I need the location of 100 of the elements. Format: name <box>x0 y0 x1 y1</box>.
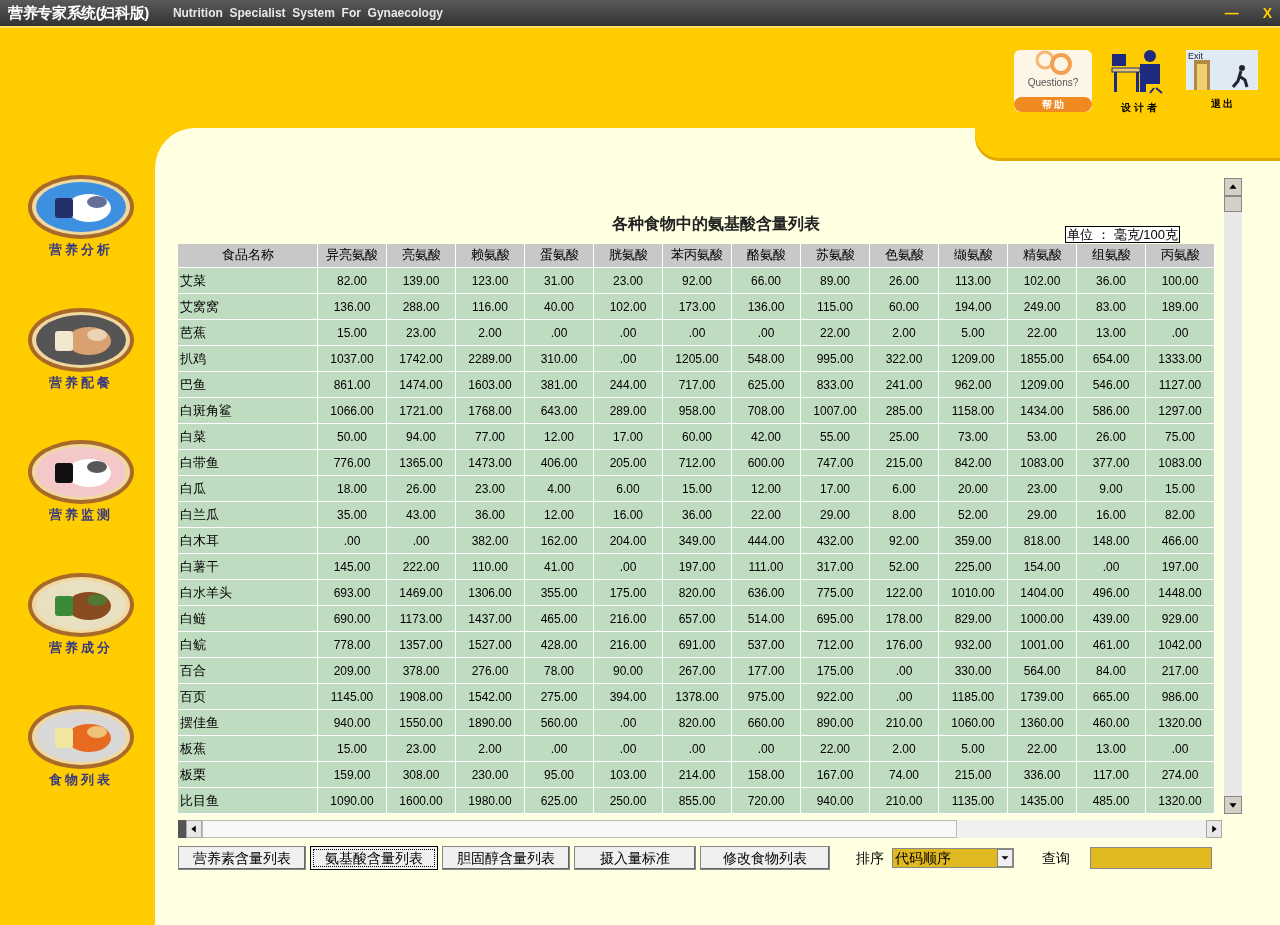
exit-button[interactable]: Exit 退 出 <box>1186 50 1258 111</box>
table-cell: 958.00 <box>663 398 732 424</box>
column-header[interactable]: 精氨酸 <box>1008 244 1077 268</box>
table-cell: 8.00 <box>870 502 939 528</box>
table-cell: 210.00 <box>870 788 939 814</box>
table-cell: 217.00 <box>1146 658 1215 684</box>
food-name-cell[interactable]: 摆佳鱼 <box>178 710 318 736</box>
column-header[interactable]: 赖氨酸 <box>456 244 525 268</box>
table-cell: 148.00 <box>1077 528 1146 554</box>
close-button[interactable]: X <box>1262 2 1272 24</box>
table-cell: 1378.00 <box>663 684 732 710</box>
minimize-button[interactable]: — <box>1224 2 1239 24</box>
vertical-scrollbar[interactable] <box>1224 178 1242 814</box>
column-header[interactable]: 苏氨酸 <box>801 244 870 268</box>
food-name-cell[interactable]: 百合 <box>178 658 318 684</box>
food-name-cell[interactable]: 白菜 <box>178 424 318 450</box>
table-cell: 20.00 <box>939 476 1008 502</box>
food-name-cell[interactable]: 百页 <box>178 684 318 710</box>
designer-button[interactable]: 设 计 者 <box>1110 50 1168 115</box>
query-label: 查询 <box>1042 848 1070 868</box>
food-name-cell[interactable]: 白水羊头 <box>178 580 318 606</box>
table-cell: 154.00 <box>1008 554 1077 580</box>
column-header[interactable]: 丙氨酸 <box>1146 244 1215 268</box>
table-cell: 643.00 <box>525 398 594 424</box>
food-name-cell[interactable]: 艾菜 <box>178 268 318 294</box>
table-cell: 461.00 <box>1077 632 1146 658</box>
column-header[interactable]: 色氨酸 <box>870 244 939 268</box>
scroll-up-icon[interactable] <box>1224 178 1242 196</box>
scroll-thumb[interactable] <box>1224 196 1242 212</box>
column-header[interactable]: 食品名称 <box>178 244 318 268</box>
table-cell: 654.00 <box>1077 346 1146 372</box>
table-title: 各种食物中的氨基酸含量列表 <box>612 214 820 234</box>
food-name-cell[interactable]: 白兰瓜 <box>178 502 318 528</box>
table-cell: 546.00 <box>1077 372 1146 398</box>
column-header[interactable]: 苯丙氨酸 <box>663 244 732 268</box>
food-name-cell[interactable]: 板蕉 <box>178 736 318 762</box>
food-name-cell[interactable]: 白木耳 <box>178 528 318 554</box>
table-cell: 820.00 <box>663 580 732 606</box>
table-cell: 330.00 <box>939 658 1008 684</box>
table-cell: 29.00 <box>1008 502 1077 528</box>
table-tab[interactable]: 营养素含量列表 <box>178 846 306 870</box>
sort-label: 排序 <box>856 848 884 868</box>
table-cell: 12.00 <box>525 502 594 528</box>
food-name-cell[interactable]: 艾窝窝 <box>178 294 318 320</box>
table-cell: 428.00 <box>525 632 594 658</box>
column-header[interactable]: 胱氨酸 <box>594 244 663 268</box>
scroll-thumb[interactable] <box>178 820 186 838</box>
scroll-left-icon[interactable] <box>186 820 202 838</box>
table-cell: 214.00 <box>663 762 732 788</box>
table-cell: 158.00 <box>732 762 801 788</box>
table-cell: 381.00 <box>525 372 594 398</box>
table-cell: 275.00 <box>525 684 594 710</box>
nav-label[interactable]: 营养分析 <box>48 240 113 260</box>
food-name-cell[interactable]: 白带鱼 <box>178 450 318 476</box>
column-header[interactable]: 缬氨酸 <box>939 244 1008 268</box>
table-cell: 717.00 <box>663 372 732 398</box>
food-name-cell[interactable]: 扒鸡 <box>178 346 318 372</box>
food-name-cell[interactable]: 白鲢 <box>178 606 318 632</box>
table-tab[interactable]: 氨基酸含量列表 <box>310 846 438 870</box>
food-name-cell[interactable]: 比目鱼 <box>178 788 318 814</box>
table-cell: 267.00 <box>663 658 732 684</box>
food-name-cell[interactable]: 白薯干 <box>178 554 318 580</box>
nav-label[interactable]: 食物列表 <box>48 770 113 790</box>
table-cell: 1435.00 <box>1008 788 1077 814</box>
table-cell: 178.00 <box>870 606 939 632</box>
nav-label[interactable]: 营养配餐 <box>48 372 113 392</box>
table-cell: 136.00 <box>732 294 801 320</box>
scroll-right-icon[interactable] <box>1206 820 1222 838</box>
table-cell: 1474.00 <box>387 372 456 398</box>
table-cell: 17.00 <box>801 476 870 502</box>
food-name-cell[interactable]: 巴鱼 <box>178 372 318 398</box>
table-cell: 102.00 <box>1008 268 1077 294</box>
column-header[interactable]: 组氨酸 <box>1077 244 1146 268</box>
table-cell: 439.00 <box>1077 606 1146 632</box>
table-tab[interactable]: 修改食物列表 <box>700 846 830 870</box>
table-cell: 720.00 <box>732 788 801 814</box>
column-header[interactable]: 亮氨酸 <box>387 244 456 268</box>
table-cell: 113.00 <box>939 268 1008 294</box>
nav-label[interactable]: 营养监测 <box>48 505 113 525</box>
column-header[interactable]: 蛋氨酸 <box>525 244 594 268</box>
sort-dropdown[interactable]: 代码顺序 <box>892 848 1014 868</box>
food-name-cell[interactable]: 白鲩 <box>178 632 318 658</box>
table-cell: 176.00 <box>870 632 939 658</box>
table-tab[interactable]: 胆固醇含量列表 <box>442 846 570 870</box>
column-header[interactable]: 异亮氨酸 <box>318 244 387 268</box>
nav-label[interactable]: 营养成分 <box>48 637 113 657</box>
scroll-down-icon[interactable] <box>1224 796 1242 814</box>
help-button[interactable]: Questions? 帮 助 <box>1014 50 1092 112</box>
table-tab[interactable]: 摄入量标准 <box>574 846 696 870</box>
food-name-cell[interactable]: 白斑角鲨 <box>178 398 318 424</box>
food-name-cell[interactable]: 芭蕉 <box>178 320 318 346</box>
table-cell: .00 <box>1146 736 1215 762</box>
table-cell: 747.00 <box>801 450 870 476</box>
column-header[interactable]: 酪氨酸 <box>732 244 801 268</box>
food-name-cell[interactable]: 白瓜 <box>178 476 318 502</box>
query-field[interactable] <box>1090 847 1212 869</box>
food-name-cell[interactable]: 板栗 <box>178 762 318 788</box>
horizontal-scrollbar[interactable] <box>178 820 1222 838</box>
table-cell: 1066.00 <box>318 398 387 424</box>
table-cell: 241.00 <box>870 372 939 398</box>
